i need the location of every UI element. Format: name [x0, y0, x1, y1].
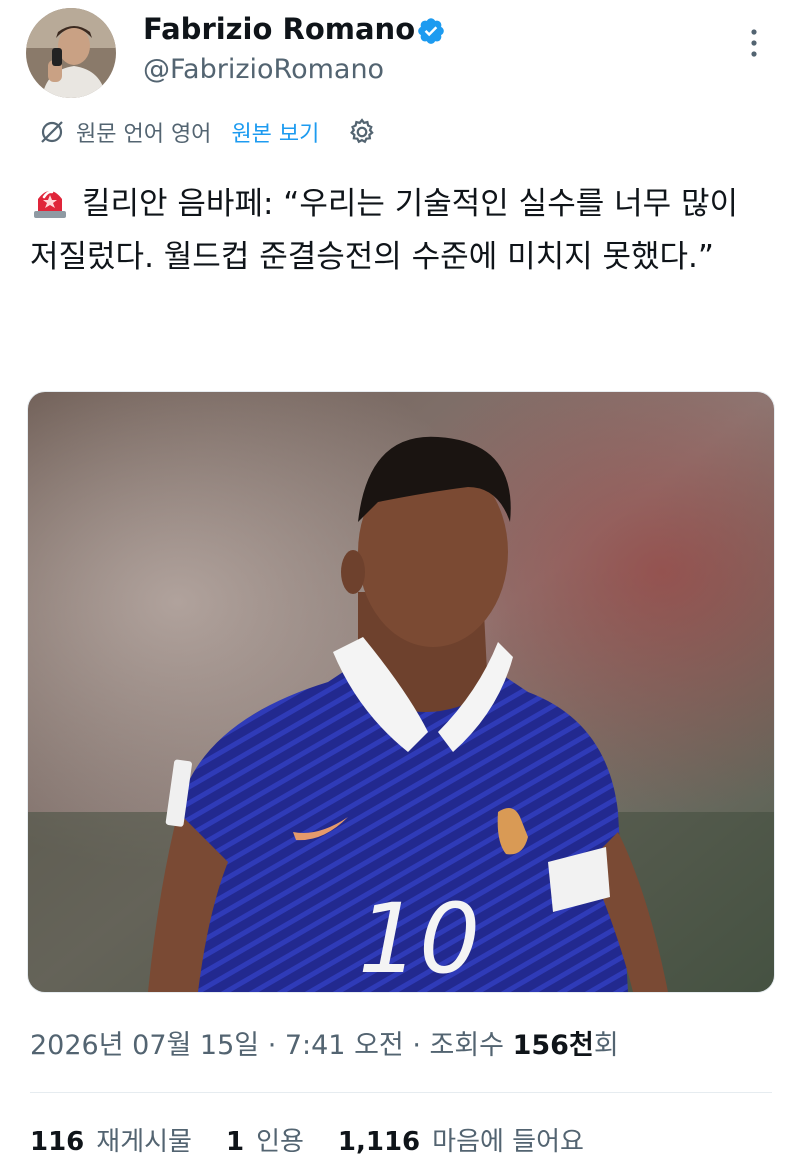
divider	[30, 1092, 772, 1093]
engagement-stats: 116 재게시물 1 인용 1,116 마음에 들어요	[30, 1122, 618, 1162]
quotes-count: 1	[225, 1127, 245, 1157]
tweet-text: 킬리안 음바페: “우리는 기술적인 실수를 너무 많이 저질렀다. 월드컵 준…	[30, 178, 775, 284]
avatar[interactable]	[26, 8, 116, 98]
user-handle[interactable]: @FabrizioRomano	[143, 52, 384, 88]
view-count: 156천	[512, 1030, 594, 1061]
quotes-label: 인용	[256, 1127, 304, 1157]
translation-row: 원문 언어 영어 원본 보기	[38, 114, 377, 150]
likes-label: 마음에 들어요	[432, 1127, 584, 1157]
reposts-stat[interactable]: 116 재게시물	[30, 1122, 192, 1162]
more-options-icon[interactable]	[744, 26, 764, 60]
avatar-image	[26, 8, 116, 98]
translation-label: 원문 언어 영어	[76, 122, 212, 147]
settings-gear-icon[interactable]	[347, 117, 377, 147]
player-photo: 10	[28, 392, 774, 992]
tweet-datetime[interactable]: 2026년 07월 15일 · 7:41 오전 · 조회수	[30, 1030, 513, 1061]
display-name[interactable]: Fabrizio Romano	[143, 10, 415, 48]
quotes-stat[interactable]: 1 인용	[226, 1122, 304, 1162]
verified-badge-icon	[418, 18, 444, 44]
likes-stat[interactable]: 1,116 마음에 들어요	[338, 1122, 584, 1162]
reposts-label: 재게시물	[96, 1127, 192, 1157]
tweet-meta: 2026년 07월 15일 · 7:41 오전 · 조회수 156천회	[30, 1026, 619, 1066]
view-count-suffix: 회	[593, 1030, 619, 1061]
likes-count: 1,116	[337, 1127, 421, 1157]
view-original-link[interactable]: 원본 보기	[231, 116, 319, 148]
tweet-photo[interactable]: 10	[27, 391, 775, 993]
translate-icon	[41, 121, 63, 143]
reposts-count: 116	[30, 1127, 85, 1157]
jersey-number: 10	[358, 883, 480, 992]
siren-emoji-icon	[34, 190, 66, 218]
tweet-body: 킬리안 음바페: “우리는 기술적인 실수를 너무 많이 저질렀다. 월드컵 준…	[30, 186, 739, 275]
